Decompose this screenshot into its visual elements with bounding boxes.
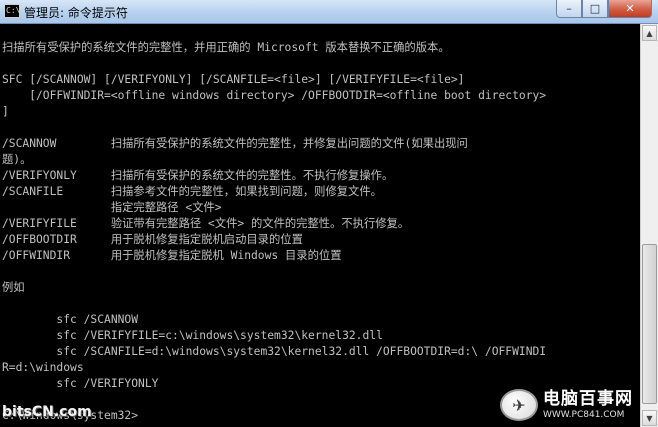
console-line: /OFFBOOTDIR 用于脱机修复指定脱机启动目录的位置 bbox=[2, 233, 303, 246]
scrollbar-thumb[interactable] bbox=[642, 244, 657, 404]
watermark-right: ✈ 电脑百事网 WWW.PC841.COM bbox=[500, 385, 640, 425]
console-line: R=d:\windows bbox=[2, 361, 84, 374]
console-line: /SCANFILE 扫描参考文件的完整性，如果找到问题，则修复文件。 bbox=[2, 185, 382, 198]
maximize-button[interactable]: □ bbox=[582, 0, 608, 18]
console-line: 扫描所有受保护的系统文件的完整性，并用正确的 Microsoft 版本替换不正确… bbox=[2, 41, 450, 54]
console-line: 例如 bbox=[2, 281, 25, 294]
scroll-up-arrow-icon[interactable]: ▲ bbox=[642, 25, 657, 41]
minimize-button[interactable]: – bbox=[556, 0, 582, 18]
console-line: SFC [/SCANNOW] [/VERIFYONLY] [/SCANFILE=… bbox=[2, 73, 465, 86]
console-line: /VERIFYFILE 验证带有完整路径 <文件> 的文件的完整性。不执行修复。 bbox=[2, 217, 410, 230]
vertical-scrollbar[interactable]: ▲ ▼ bbox=[640, 24, 658, 427]
console-line: /SCANNOW 扫描所有受保护的系统文件的完整性，并修复出问题的文件(如果出现… bbox=[2, 137, 468, 150]
watermark-left: bitsCN.com bbox=[2, 402, 92, 422]
close-button[interactable]: ✕ bbox=[608, 0, 652, 18]
cmd-icon[interactable]: C:\ bbox=[4, 4, 20, 18]
watermark-logo-icon: ✈ bbox=[500, 389, 538, 421]
watermark-site-name: 电脑百事网 bbox=[543, 389, 633, 409]
watermark-left-text: bitsCN.com bbox=[2, 404, 92, 420]
console-line: sfc /VERIFYONLY bbox=[2, 377, 159, 390]
title-bar[interactable]: C:\ 管理员: 命令提示符 – □ ✕ bbox=[0, 0, 658, 24]
watermark-right-texts: 电脑百事网 WWW.PC841.COM bbox=[543, 389, 633, 421]
scroll-down-arrow-icon[interactable]: ▼ bbox=[642, 410, 657, 426]
cmd-window: C:\ 管理员: 命令提示符 – □ ✕ 扫描所有受保护的系统文件的完整性，并用… bbox=[0, 0, 658, 427]
console-line: [/OFFWINDIR=<offline windows directory> … bbox=[2, 89, 547, 102]
console-line: 题)。 bbox=[2, 153, 32, 166]
watermark-site-url: WWW.PC841.COM bbox=[543, 410, 625, 420]
console-line: 指定完整路径 <文件> bbox=[2, 201, 222, 214]
console-line: sfc /SCANNOW bbox=[2, 313, 139, 326]
console-line: sfc /VERIFYFILE=c:\windows\system32\kern… bbox=[2, 329, 383, 342]
console-line: ] bbox=[2, 105, 9, 118]
console-line: /VERIFYONLY 扫描所有受保护的系统文件的完整性。不执行修复操作。 bbox=[2, 169, 394, 182]
console-line: sfc /SCANFILE=d:\windows\system32\kernel… bbox=[2, 345, 547, 358]
caption-buttons: – □ ✕ bbox=[556, 0, 652, 18]
window-title: 管理员: 命令提示符 bbox=[24, 6, 128, 20]
console-line: /OFFWINDIR 用于脱机修复指定脱机 Windows 目录的位置 bbox=[2, 249, 342, 262]
console-output[interactable]: 扫描所有受保护的系统文件的完整性，并用正确的 Microsoft 版本替换不正确… bbox=[0, 24, 640, 427]
